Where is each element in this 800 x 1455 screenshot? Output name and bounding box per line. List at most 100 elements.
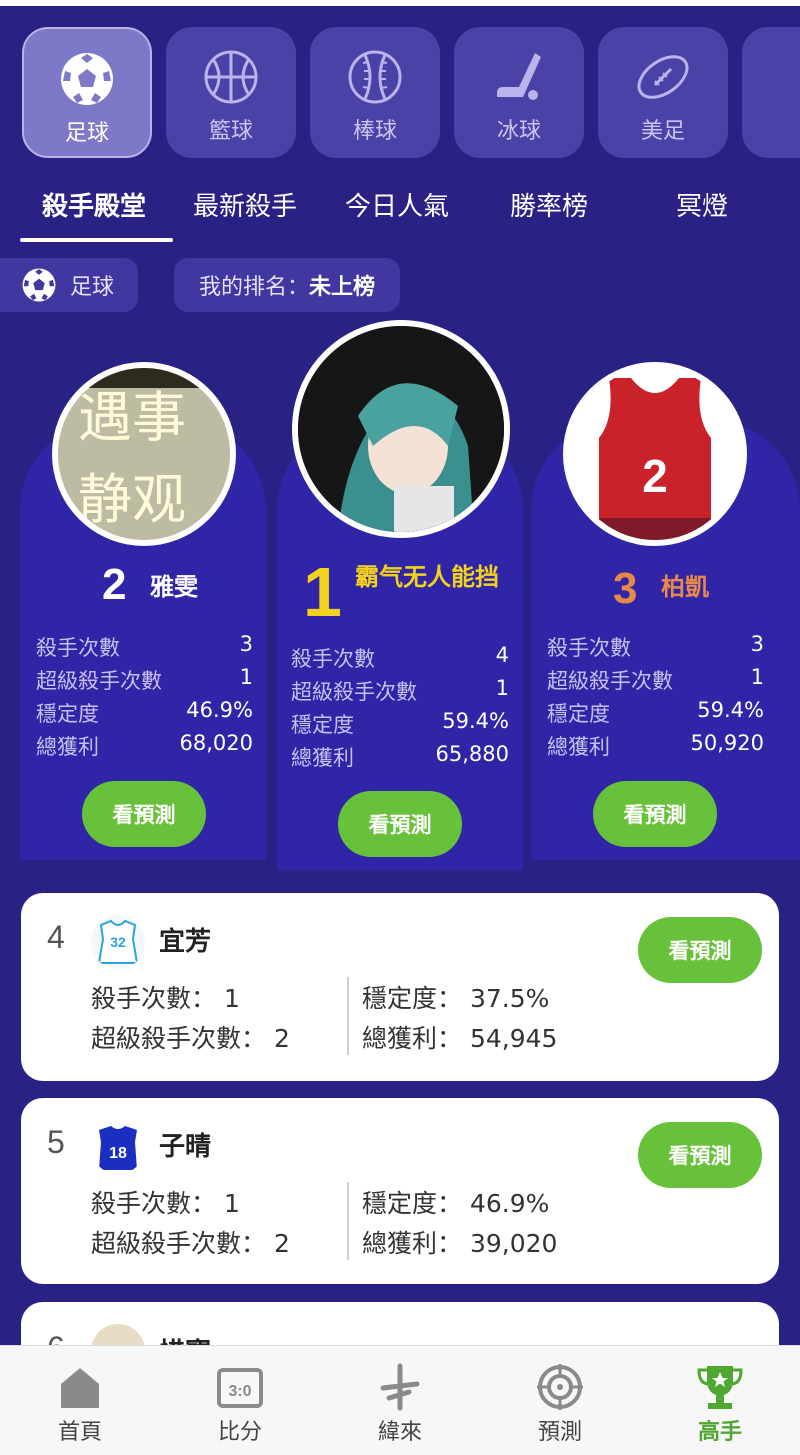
tab-today-popular[interactable]: 今日人氣	[345, 186, 449, 223]
view-prediction-button[interactable]: 看預測	[638, 917, 762, 983]
jersey-avatar: 2	[569, 368, 741, 540]
sport-tab-hockey[interactable]: 冰球	[454, 27, 584, 158]
my-rank-chip: 我的排名： 未上榜	[174, 258, 400, 312]
nav-label: 預測	[537, 1420, 582, 1445]
killer-name: 霸气无人能挡	[355, 563, 499, 591]
sport-tab-label: 籃球	[208, 119, 253, 144]
nav-scores[interactable]: 3:0 比分	[160, 1346, 320, 1455]
stat-super-kill-count: 超級殺手次數 1	[547, 665, 764, 695]
football-icon	[637, 55, 689, 99]
my-rank-key: 我的排名：	[198, 275, 309, 300]
stat-stability: 穩定度 59.4%	[547, 698, 764, 728]
stat-total-profit: 總獲利 50,920	[547, 731, 764, 761]
baseball-icon	[348, 50, 402, 104]
nav-home[interactable]: 首頁	[0, 1346, 160, 1455]
killer-name: 柏凱	[661, 573, 709, 601]
avatar[interactable]: 遇事 静观	[52, 362, 236, 546]
stat-kill-count: 殺手次數 3	[36, 632, 253, 662]
stat-label: 殺手次數	[291, 647, 375, 671]
stat-value: 3	[239, 632, 253, 656]
view-prediction-button[interactable]: 看預測	[82, 781, 206, 847]
basketball-icon	[204, 50, 258, 104]
videoland-icon	[380, 1363, 420, 1411]
target-icon	[537, 1364, 583, 1410]
stat-label: 超級殺手次數	[291, 680, 417, 704]
stat-value: 59.4%	[442, 709, 509, 733]
tab-ming-deng[interactable]: 冥燈	[676, 186, 728, 223]
view-prediction-button[interactable]: 看預測	[638, 1122, 762, 1188]
rank-number: 2	[102, 560, 127, 609]
stat-stability: 穩定度 59.4%	[291, 709, 509, 739]
stat-stability: 穩定度 46.9%	[36, 698, 253, 728]
nav-label: 高手	[697, 1420, 742, 1445]
avatar-text: 遇事	[78, 386, 186, 449]
nav-predictions[interactable]: 預測	[480, 1346, 640, 1455]
stat-label: 殺手次數	[547, 636, 631, 660]
stat-kill-count: 殺手次數 3	[547, 632, 764, 662]
nav-label: 比分	[217, 1420, 262, 1445]
stat-total-profit: 總獲利： 54,945	[362, 1024, 558, 1053]
scoreboard-icon: 3:0	[217, 1368, 263, 1408]
nav-videoland[interactable]: 緯來	[320, 1346, 480, 1455]
stat-kill-count: 殺手次數： 1	[91, 984, 240, 1013]
stat-value: 1	[495, 676, 509, 700]
stat-label: 超級殺手次數	[36, 669, 162, 693]
sport-tab-label: 冰球	[496, 119, 541, 144]
view-prediction-button[interactable]: 看預測	[593, 781, 717, 847]
stat-label: 總獲利	[291, 746, 354, 770]
jersey-number: 32	[110, 934, 126, 950]
tab-newest-killers[interactable]: 最新殺手	[193, 186, 297, 223]
bottom-nav: 首頁 3:0 比分 緯來 預測 高手	[0, 1345, 800, 1455]
avatar-image	[298, 326, 504, 532]
list-item[interactable]: 5 18 子晴 殺手次數： 1 超級殺手次數： 2 穩定度： 46.9% 總獲利…	[21, 1098, 779, 1284]
sport-tab-baseball[interactable]: 棒球	[310, 27, 440, 158]
sport-tab-label: 美足	[640, 119, 685, 144]
tab-hall-of-fame[interactable]: 殺手殿堂	[42, 186, 146, 223]
view-prediction-button[interactable]: 看預測	[338, 791, 462, 857]
stat-super-kill-count: 超級殺手次數 1	[36, 665, 253, 695]
sport-tab-basketball[interactable]: 籃球	[166, 27, 296, 158]
rank-number: 4	[47, 919, 65, 955]
nav-label: 緯來	[377, 1420, 422, 1445]
avatar[interactable]: 2	[563, 362, 747, 546]
stat-total-profit: 總獲利： 39,020	[362, 1229, 558, 1258]
stat-value: 59.4%	[697, 698, 764, 722]
stat-total-profit: 總獲利 68,020	[36, 731, 253, 761]
stat-label: 穩定度	[291, 713, 354, 737]
sport-tab-soccer[interactable]: 足球	[22, 27, 152, 158]
ranking-tabs: 殺手殿堂 最新殺手 今日人氣 勝率榜 冥燈	[0, 186, 800, 242]
sport-filter-chip[interactable]: 足球	[0, 258, 138, 312]
jersey-number: 18	[109, 1145, 127, 1162]
hockey-stick-icon	[497, 53, 541, 100]
avatar[interactable]	[292, 320, 510, 538]
sport-tab-football[interactable]: 美足	[598, 27, 728, 158]
stat-stability: 穩定度： 37.5%	[362, 984, 550, 1013]
top-edge	[0, 0, 800, 6]
sport-tab-label: 棒球	[352, 119, 397, 144]
list-item[interactable]: 4 32 宜芳 殺手次數： 1 超級殺手次數： 2 穩定度： 37.5% 總獲利…	[21, 893, 779, 1081]
jersey-number: 2	[642, 450, 668, 502]
tab-win-rate[interactable]: 勝率榜	[510, 186, 588, 223]
divider	[347, 977, 349, 1055]
stat-label: 總獲利	[36, 735, 99, 759]
rank-number: 5	[47, 1124, 65, 1160]
stat-super-kill-count: 超級殺手次數： 2	[91, 1024, 290, 1053]
app-screen: 足球 籃球 棒球 冰球 美足 殺手殿堂 最新殺手 今日人氣 勝率榜 冥燈 足球 …	[0, 0, 800, 1455]
stat-label: 穩定度	[547, 702, 610, 726]
sport-tab-more[interactable]	[742, 27, 800, 158]
trophy-icon	[697, 1366, 743, 1409]
jersey-avatar: 32	[91, 915, 145, 969]
svg-text:3:0: 3:0	[228, 1383, 251, 1400]
nav-experts[interactable]: 高手	[640, 1346, 800, 1455]
stat-value: 1	[239, 665, 253, 689]
stat-super-kill-count: 超級殺手次數： 2	[91, 1229, 290, 1258]
soccer-ball-icon	[22, 268, 56, 302]
stat-label: 穩定度	[36, 702, 99, 726]
killer-name: 宜芳	[159, 927, 212, 957]
stat-value: 46.9%	[186, 698, 253, 722]
stat-value: 3	[750, 632, 764, 656]
stat-value: 4	[495, 643, 509, 667]
podium-rank-3: 2 3 柏凱 殺手次數 3 超級殺手次數 1 穩定度 59.4% 總獲利 50,920 …	[531, 360, 800, 860]
rank-number: 1	[303, 553, 342, 631]
stat-label: 總獲利	[547, 735, 610, 759]
